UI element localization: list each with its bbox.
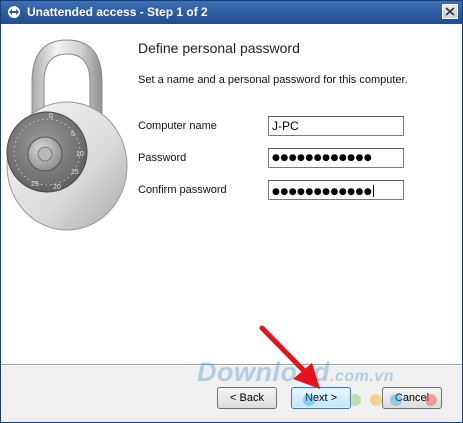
- computer-name-label: Computer name: [138, 120, 217, 132]
- cancel-button[interactable]: Cancel: [382, 387, 442, 409]
- confirm-password-input[interactable]: ●●●●●●●●●●●●: [268, 180, 404, 200]
- password-value: ●●●●●●●●●●●●: [272, 153, 373, 163]
- next-button[interactable]: Next >: [291, 387, 351, 409]
- title-bar[interactable]: Unattended access - Step 1 of 2: [1, 1, 462, 24]
- password-label: Password: [138, 152, 187, 164]
- svg-text:10: 10: [76, 151, 84, 158]
- unattended-access-dialog: Unattended access - Step 1 of 2 5 10 15 …: [0, 0, 463, 423]
- confirm-password-value: ●●●●●●●●●●●●: [272, 187, 373, 197]
- page-heading: Define personal password: [138, 40, 300, 56]
- close-button[interactable]: [442, 4, 458, 19]
- teamviewer-icon: [7, 5, 21, 19]
- computer-name-value: J-PC: [272, 119, 299, 133]
- close-icon: [445, 7, 455, 16]
- window-title: Unattended access - Step 1 of 2: [27, 5, 208, 19]
- wizard-content: 5 10 15 20 25 0 Define personal password…: [1, 24, 462, 364]
- padlock-illustration: 5 10 15 20 25 0: [6, 39, 128, 231]
- svg-text:15: 15: [71, 169, 79, 176]
- watermark-suffix: .com.vn: [330, 368, 394, 385]
- svg-text:5: 5: [71, 131, 75, 138]
- svg-text:25: 25: [31, 181, 39, 188]
- svg-text:20: 20: [53, 184, 61, 191]
- svg-text:0: 0: [49, 113, 53, 120]
- computer-name-input[interactable]: J-PC: [268, 116, 404, 136]
- page-description: Set a name and a personal password for t…: [138, 74, 408, 86]
- text-caret: [373, 185, 375, 197]
- password-input[interactable]: ●●●●●●●●●●●●: [268, 148, 404, 168]
- confirm-password-label: Confirm password: [138, 184, 227, 196]
- footer-separator: [1, 364, 462, 366]
- back-button[interactable]: < Back: [217, 387, 277, 409]
